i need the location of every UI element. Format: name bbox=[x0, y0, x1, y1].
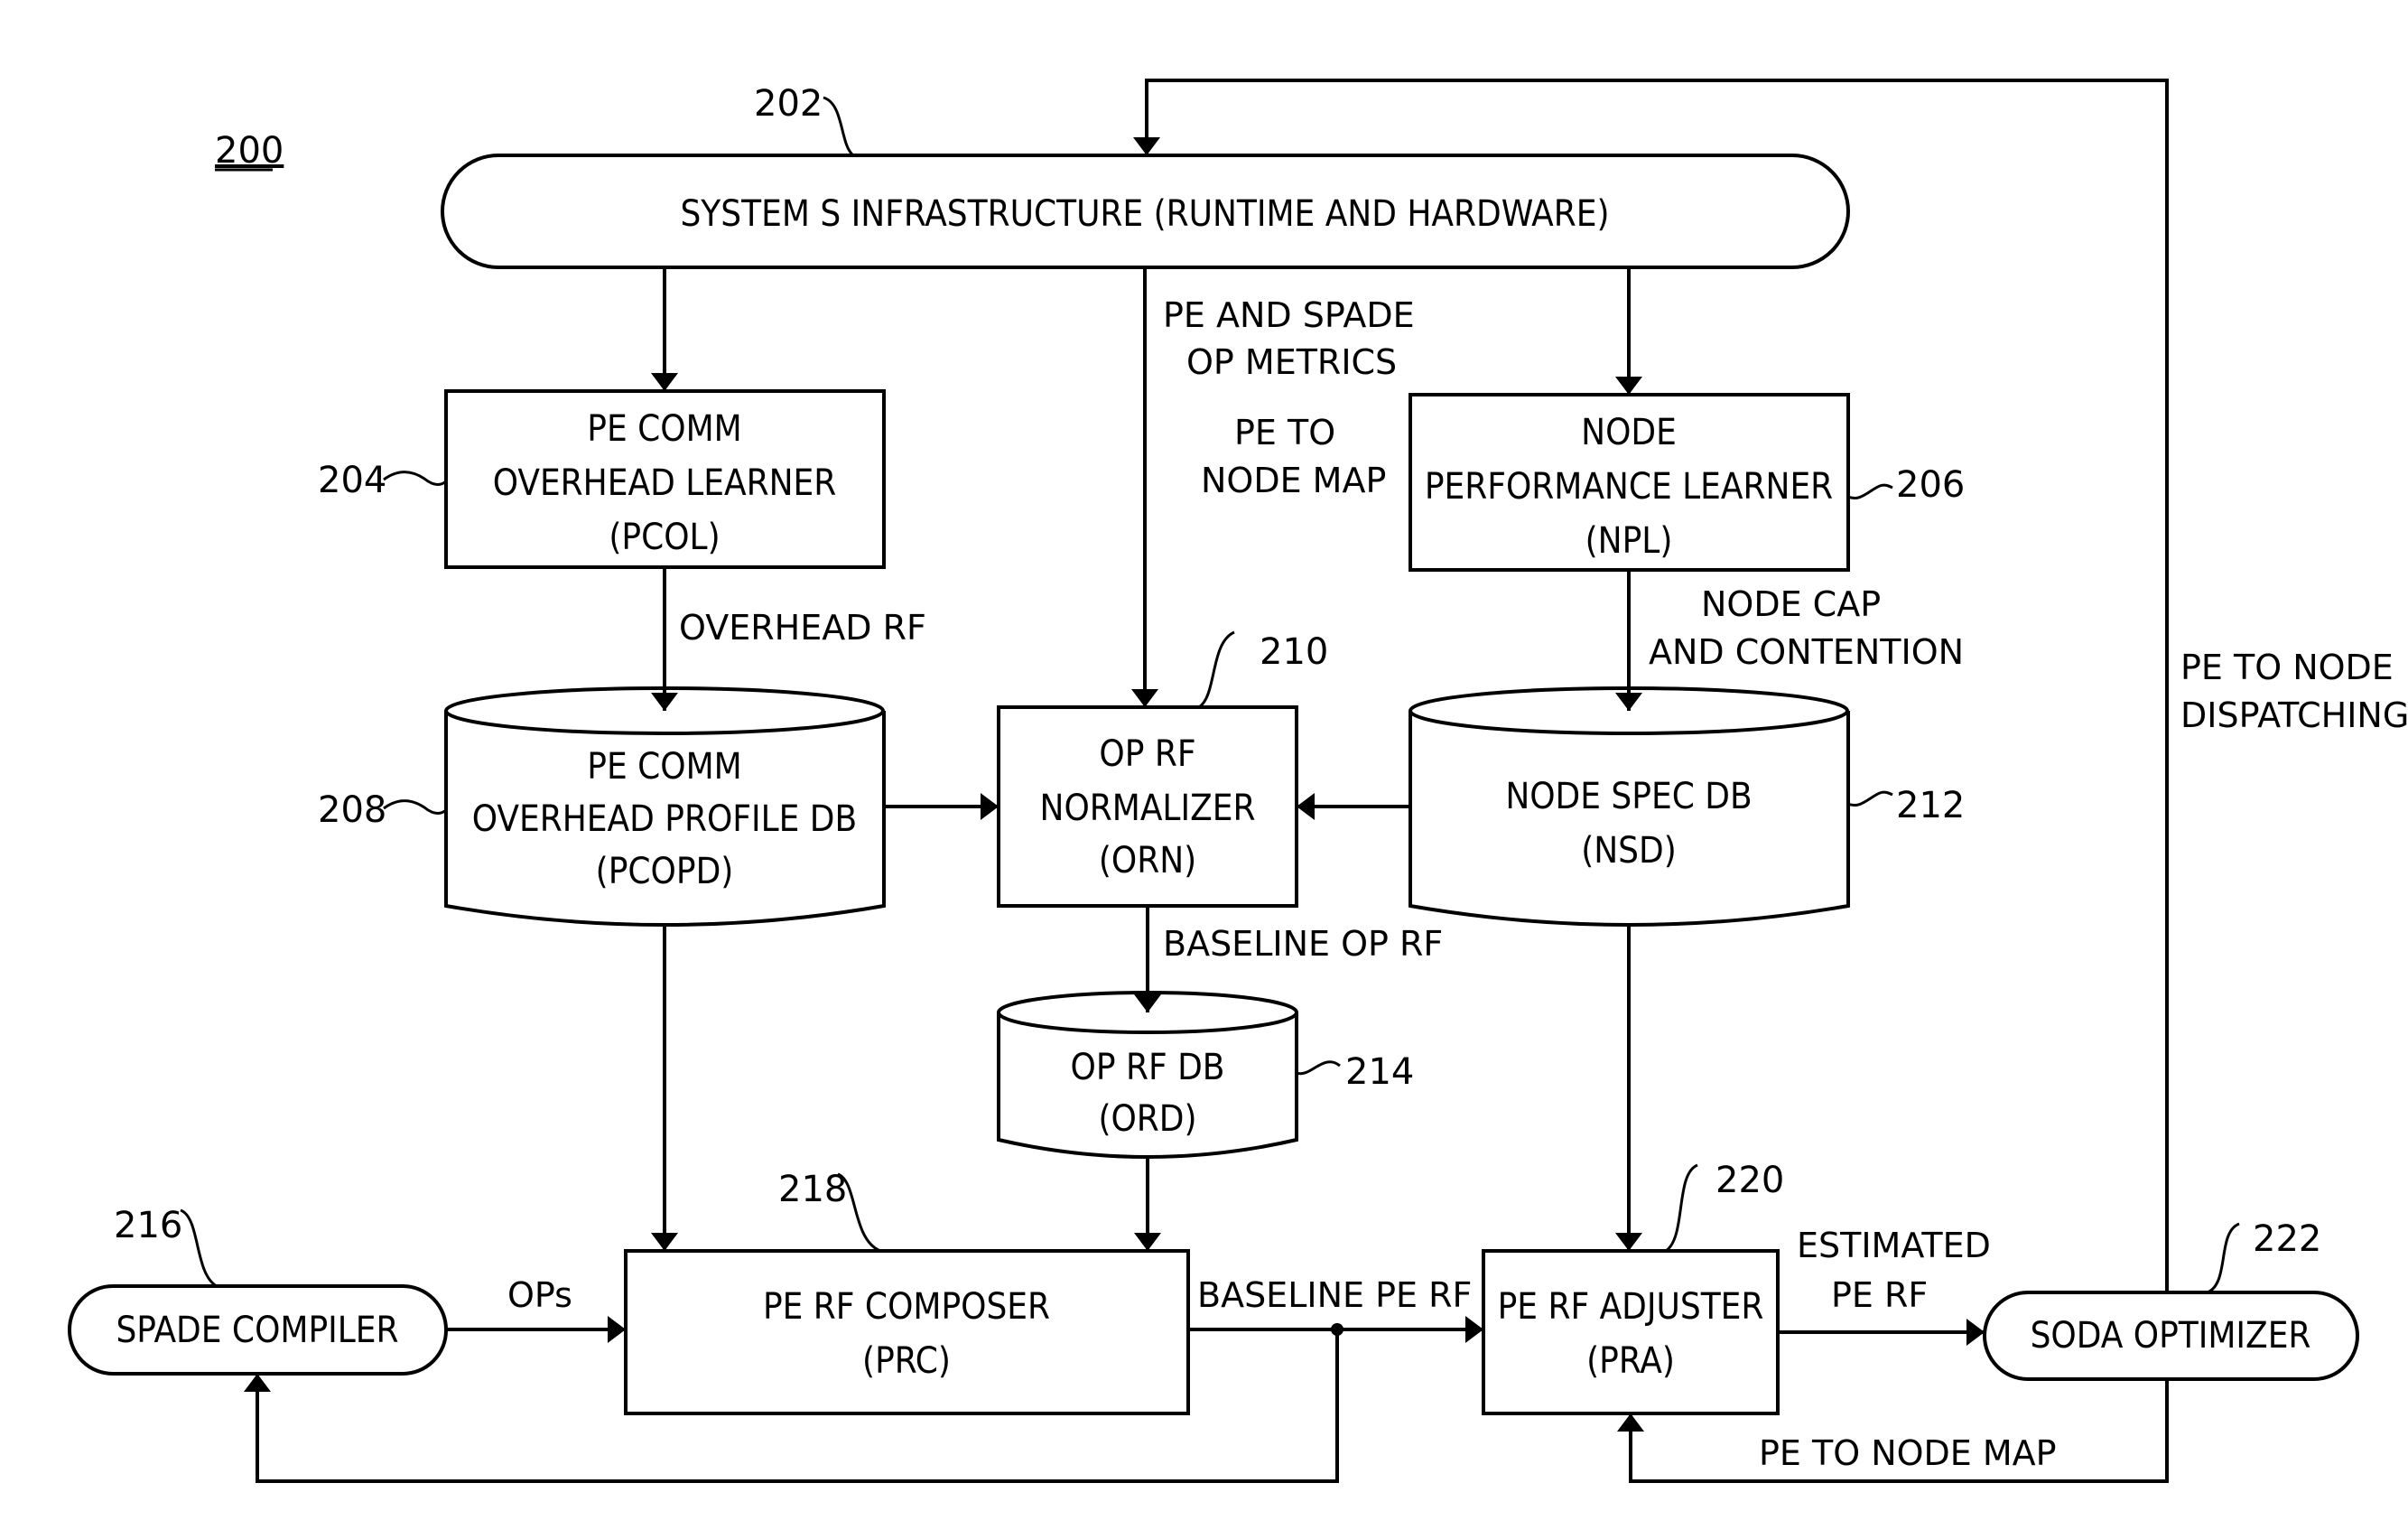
node-label-line: NODE bbox=[1581, 412, 1677, 453]
node-label-line: (PCOL) bbox=[609, 517, 720, 558]
ref-number-202: 202 bbox=[754, 83, 823, 125]
ref-number-214: 214 bbox=[1345, 1051, 1414, 1093]
edge-label-node-cap: NODE CAP bbox=[1701, 584, 1881, 624]
node-label-line: (PRA) bbox=[1586, 1340, 1675, 1382]
node-label-line: NODE SPEC DB bbox=[1505, 776, 1752, 817]
node-label-line: PE COMM bbox=[587, 408, 741, 450]
node-label: SPADE COMPILER bbox=[116, 1310, 398, 1351]
node-label-line: (PRC) bbox=[862, 1340, 951, 1382]
edge-label-pe-spade-metrics: OP METRICS bbox=[1186, 342, 1397, 382]
ref-number-208: 208 bbox=[318, 789, 386, 831]
edge-label-dispatching: DISPATCHING bbox=[2180, 695, 2408, 735]
leader-202 bbox=[823, 96, 855, 157]
leader-206 bbox=[1847, 483, 1893, 499]
node-label-line: (ORN) bbox=[1099, 840, 1196, 881]
ref-number-212: 212 bbox=[1896, 785, 1965, 826]
leader-212 bbox=[1847, 790, 1893, 807]
node-ord-database[interactable]: OP RF DB (ORD) bbox=[997, 991, 1298, 1159]
leader-214 bbox=[1296, 1060, 1341, 1076]
node-pcol[interactable]: PE COMM OVERHEAD LEARNER (PCOL) bbox=[444, 389, 886, 569]
figure-number: 200 bbox=[215, 130, 284, 172]
edge-label-dispatching: PE TO NODE bbox=[2180, 648, 2394, 687]
leader-210 bbox=[1198, 630, 1235, 709]
ref-number-216: 216 bbox=[114, 1205, 182, 1246]
edge-label-estimated-pe-rf: ESTIMATED bbox=[1797, 1226, 1991, 1265]
node-label-line: PE RF ADJUSTER bbox=[1498, 1286, 1764, 1328]
node-label-line: (PCOPD) bbox=[596, 851, 734, 892]
node-label-line: (NPL) bbox=[1585, 520, 1673, 562]
ref-number-204: 204 bbox=[318, 460, 386, 501]
node-label-line: OVERHEAD LEARNER bbox=[493, 462, 837, 504]
edge-label-pe-to-node-map: PE TO bbox=[1234, 413, 1335, 452]
node-label: SYSTEM S INFRASTRUCTURE (RUNTIME AND HAR… bbox=[680, 193, 1609, 235]
leader-208 bbox=[383, 799, 447, 815]
node-label-line: (ORD) bbox=[1098, 1098, 1196, 1140]
leader-220 bbox=[1665, 1163, 1698, 1253]
leader-216 bbox=[180, 1208, 218, 1288]
node-orn[interactable]: OP RF NORMALIZER (ORN) bbox=[997, 705, 1298, 908]
node-label-line: OVERHEAD PROFILE DB bbox=[472, 798, 857, 840]
edge-label-pe-spade-metrics: PE AND SPADE bbox=[1163, 295, 1415, 335]
edge-label-pe-to-node-map-bottom: PE TO NODE MAP bbox=[1759, 1433, 2057, 1473]
ref-number-220: 220 bbox=[1715, 1160, 1784, 1201]
node-label-line: OP RF bbox=[1099, 733, 1195, 775]
node-label-line: NORMALIZER bbox=[1040, 788, 1256, 829]
leader-204 bbox=[383, 471, 447, 486]
node-pcopd-database[interactable]: PE COMM OVERHEAD PROFILE DB (PCOPD) bbox=[444, 686, 886, 927]
node-prc[interactable]: PE RF COMPOSER (PRC) bbox=[624, 1249, 1190, 1415]
node-nsd-database[interactable]: NODE SPEC DB (NSD) bbox=[1409, 686, 1850, 927]
ref-number-222: 222 bbox=[2253, 1218, 2321, 1260]
edge-label-baseline-op-rf: BASELINE OP RF bbox=[1163, 924, 1443, 964]
ref-number-210: 210 bbox=[1260, 631, 1328, 673]
edge-label-pe-to-node-map: NODE MAP bbox=[1201, 461, 1386, 500]
node-label-line: PERFORMANCE LEARNER bbox=[1425, 466, 1833, 508]
edge-label-estimated-pe-rf: PE RF bbox=[1831, 1275, 1928, 1315]
edge-label-node-cap: AND CONTENTION bbox=[1649, 632, 1964, 672]
ref-number-206: 206 bbox=[1896, 464, 1965, 506]
node-label-line: PE RF COMPOSER bbox=[763, 1286, 1050, 1328]
diagram-canvas: 200 SYSTEM S INFRASTRUCTURE (RUNTIME AND… bbox=[68, 79, 2408, 1483]
node-spade-compiler[interactable]: SPADE COMPILER bbox=[68, 1284, 448, 1376]
node-soda-optimizer[interactable]: SODA OPTIMIZER bbox=[1983, 1291, 2359, 1381]
edge-label-baseline-pe-rf: BASELINE PE RF bbox=[1197, 1275, 1472, 1315]
ref-number-218: 218 bbox=[778, 1169, 847, 1210]
node-pra[interactable]: PE RF ADJUSTER (PRA) bbox=[1482, 1249, 1780, 1415]
node-label-line: OP RF DB bbox=[1071, 1047, 1225, 1088]
edge-label-ops: OPs bbox=[507, 1275, 572, 1315]
leader-222 bbox=[2207, 1222, 2240, 1294]
node-label-line: PE COMM bbox=[587, 746, 741, 788]
node-system-s-infrastructure[interactable]: SYSTEM S INFRASTRUCTURE (RUNTIME AND HAR… bbox=[441, 154, 1850, 269]
node-npl[interactable]: NODE PERFORMANCE LEARNER (NPL) bbox=[1409, 393, 1850, 572]
node-label: SODA OPTIMIZER bbox=[2031, 1315, 2311, 1357]
node-label-line: (NSD) bbox=[1581, 830, 1677, 872]
edge-label-overhead-rf: OVERHEAD RF bbox=[679, 608, 926, 648]
